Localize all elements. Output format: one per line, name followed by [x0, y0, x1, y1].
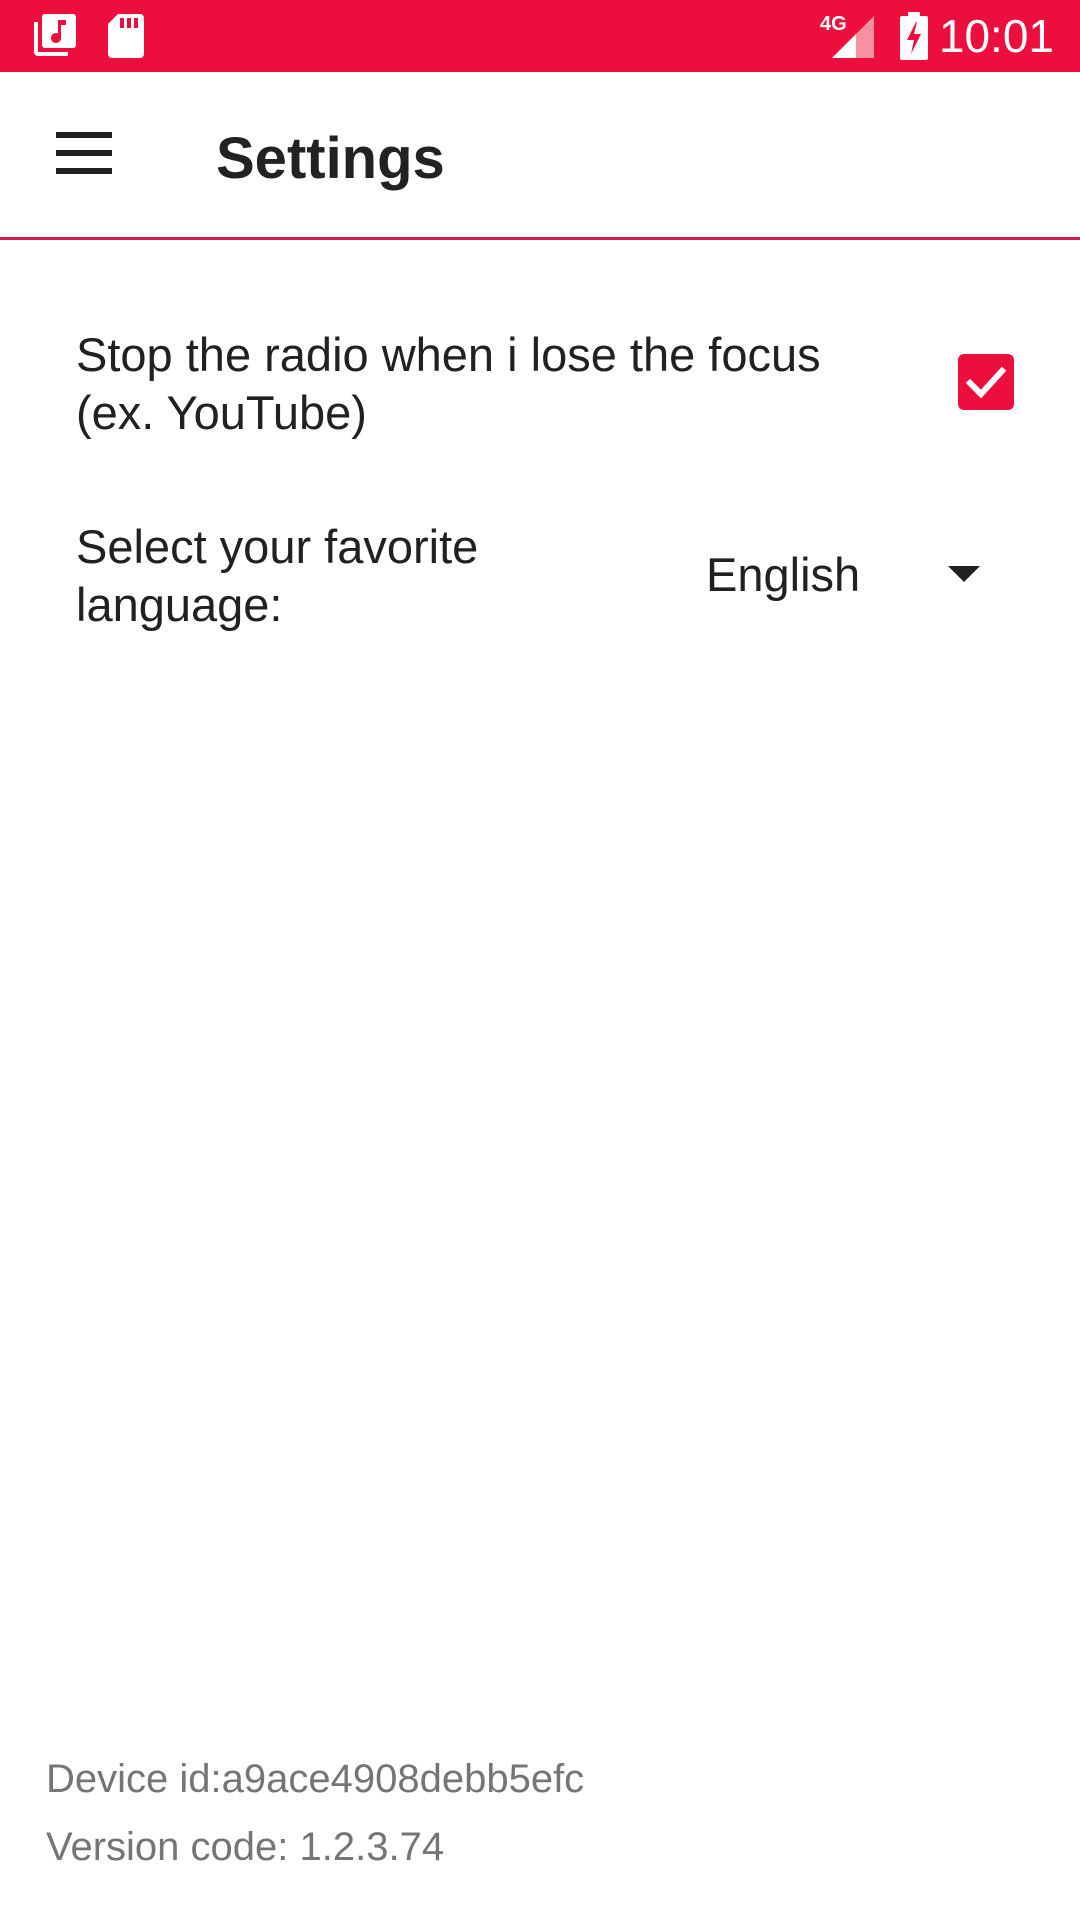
device-id-text: Device id:a9ace4908debb5efc	[46, 1757, 585, 1801]
stop-on-focus-loss-checkbox[interactable]	[958, 354, 1014, 410]
menu-line	[56, 132, 112, 138]
svg-text:4G: 4G	[820, 13, 847, 35]
menu-line	[56, 150, 112, 156]
app-bar: Settings	[0, 72, 1080, 240]
menu-line	[56, 168, 112, 174]
version-code-text: Version code: 1.2.3.74	[46, 1825, 445, 1869]
dropdown-arrow-icon	[948, 566, 980, 582]
settings-screen: 4G 10:01 Settings Stop the radio when i …	[0, 0, 1080, 1920]
check-icon	[965, 366, 1007, 399]
status-bar: 4G 10:01	[0, 0, 1080, 72]
page-title: Settings	[216, 126, 445, 191]
language-label: Select your favorite language:	[76, 520, 479, 631]
hamburger-menu-icon[interactable]	[36, 114, 132, 198]
status-time: 10:01	[938, 10, 1054, 62]
signal-4g-icon: 4G	[818, 12, 878, 65]
stop-on-focus-loss-label: Stop the radio when i lose the focus (ex…	[76, 328, 821, 439]
battery-charging-icon	[898, 12, 930, 67]
sd-card-icon	[106, 12, 146, 65]
language-dropdown[interactable]: English	[690, 536, 1030, 616]
language-selected-value: English	[706, 548, 861, 601]
music-library-icon	[30, 12, 78, 65]
